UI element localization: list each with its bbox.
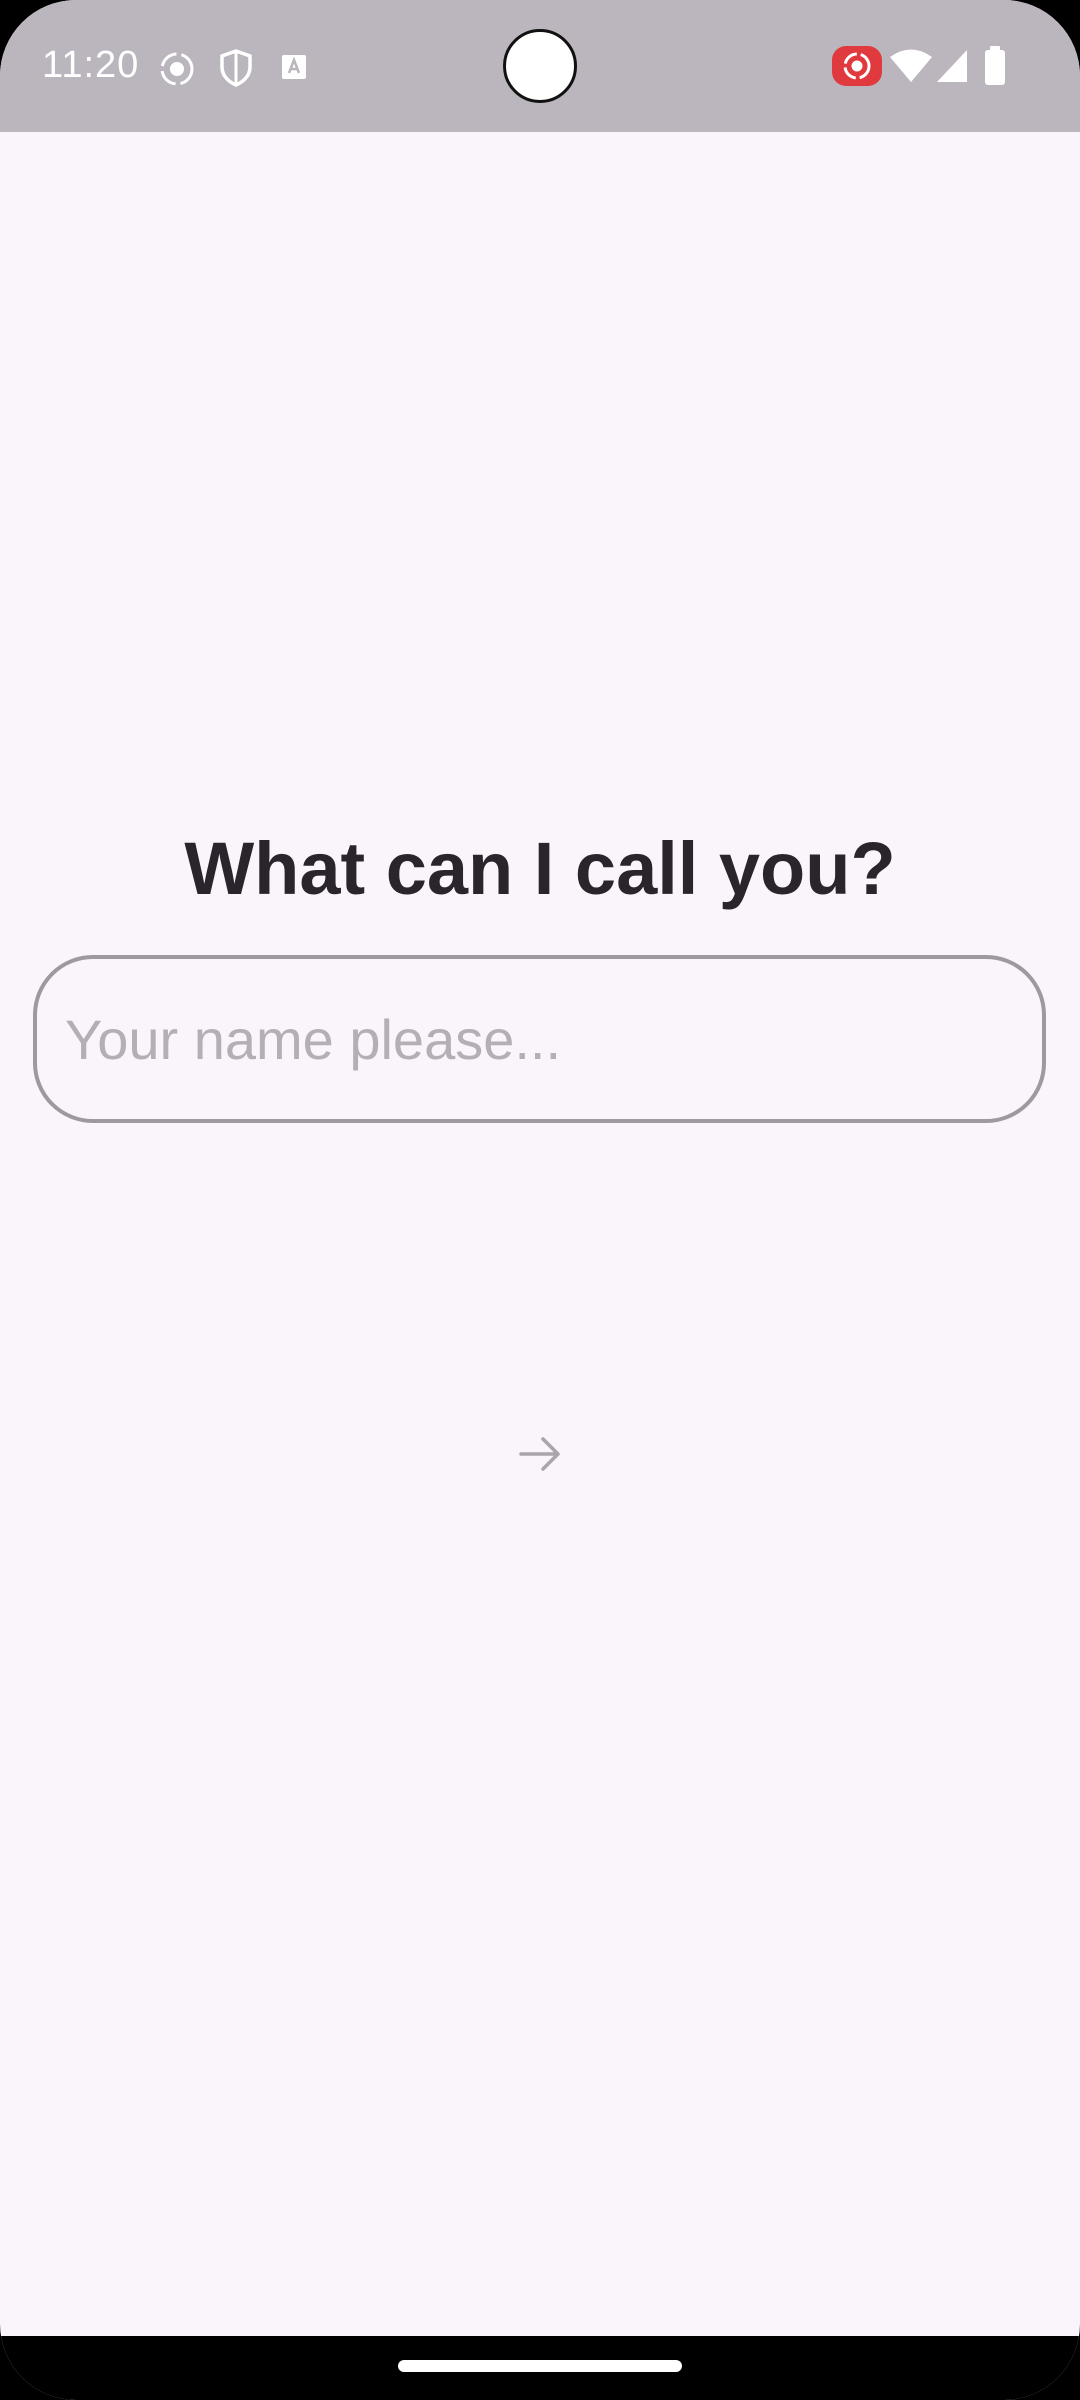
name-field[interactable]	[33, 955, 1046, 1123]
onboarding-screen: What can I call you?	[0, 132, 1080, 2332]
arrow-right-icon	[519, 1437, 560, 1471]
screen-record-icon	[160, 52, 194, 86]
autofill-icon	[282, 55, 306, 79]
cast-recording-icon	[832, 46, 882, 86]
navigation-bar	[0, 2336, 1080, 2400]
phone-screen: 11:20 What can I call you? Your name ple…	[0, 0, 1080, 2400]
name-input[interactable]	[65, 959, 1005, 1119]
signal-icon	[937, 50, 967, 82]
shield-icon	[220, 49, 252, 87]
front-camera-cutout	[503, 29, 577, 103]
wifi-icon	[890, 49, 932, 82]
battery-icon	[985, 46, 1005, 85]
status-time: 11:20	[42, 44, 140, 86]
status-bar: 11:20	[0, 0, 1080, 132]
home-gesture-handle[interactable]	[398, 2360, 682, 2372]
page-title: What can I call you?	[184, 827, 896, 910]
next-button[interactable]	[500, 1414, 580, 1494]
